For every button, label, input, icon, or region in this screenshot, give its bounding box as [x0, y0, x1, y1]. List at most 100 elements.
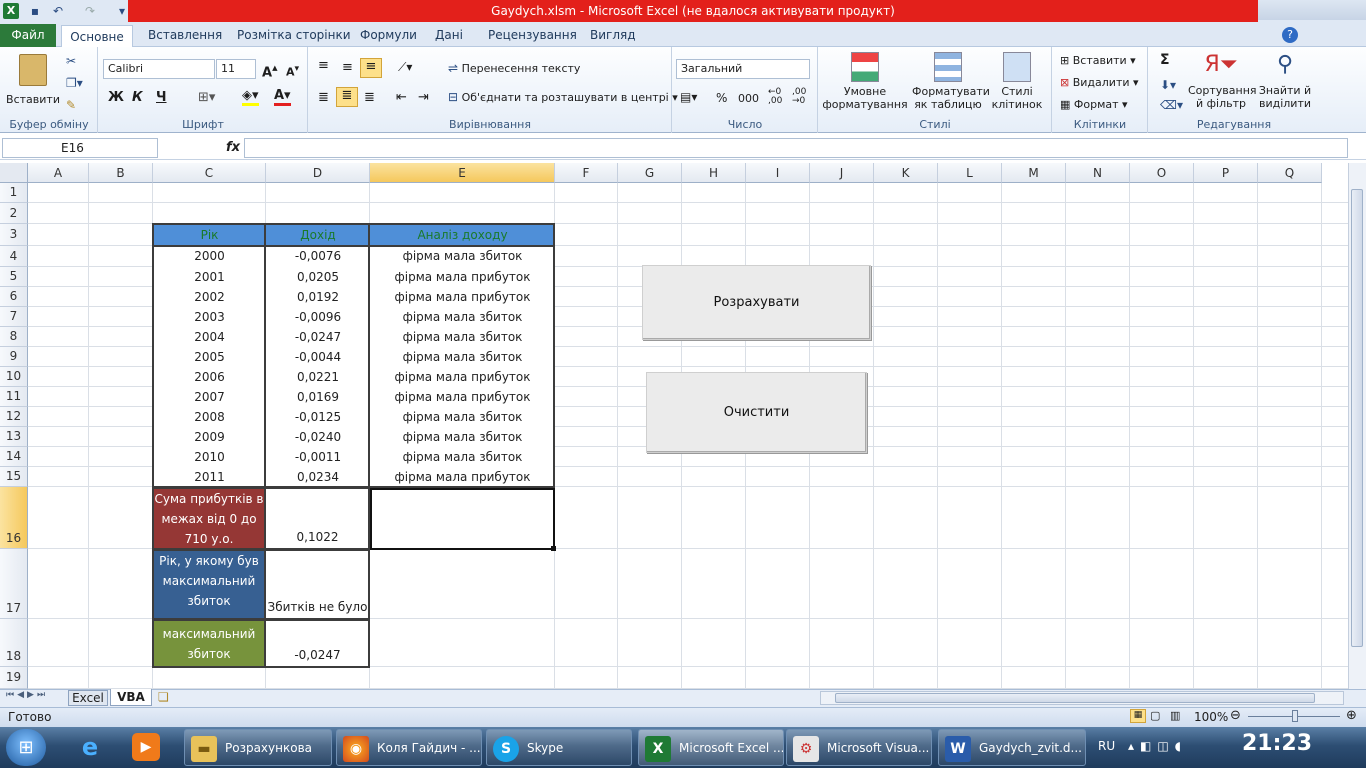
thousands-button[interactable]: 000: [738, 92, 759, 105]
column-header-F[interactable]: F: [555, 163, 618, 183]
tab-data[interactable]: Дані: [435, 24, 463, 47]
copy-icon[interactable]: ❐▾: [66, 76, 83, 90]
language-indicator[interactable]: RU: [1098, 739, 1115, 753]
row-header-11[interactable]: 11: [0, 387, 28, 407]
font-size-combo[interactable]: 11: [216, 59, 256, 79]
column-header-C[interactable]: C: [153, 163, 266, 183]
tab-review[interactable]: Рецензування: [488, 24, 577, 47]
formula-input[interactable]: [244, 138, 1348, 158]
shrink-font-icon[interactable]: A▾: [286, 63, 299, 79]
column-header-O[interactable]: O: [1130, 163, 1194, 183]
column-header-P[interactable]: P: [1194, 163, 1258, 183]
bold-button[interactable]: Ж: [108, 90, 124, 105]
tray-icons[interactable]: ▴◧◫◖: [1128, 739, 1187, 753]
row-header-13[interactable]: 13: [0, 427, 28, 447]
horizontal-scrollbar[interactable]: [820, 691, 1344, 705]
row-header-9[interactable]: 9: [0, 347, 28, 367]
column-header-N[interactable]: N: [1066, 163, 1130, 183]
column-header-D[interactable]: D: [266, 163, 370, 183]
row-header-18[interactable]: 18: [0, 619, 28, 667]
ie-icon[interactable]: e: [74, 731, 106, 763]
column-header-A[interactable]: A: [28, 163, 89, 183]
selected-cell-e16[interactable]: [370, 488, 555, 550]
fill-handle[interactable]: [551, 546, 556, 551]
sheet-tab-excel[interactable]: Excel: [68, 690, 108, 706]
taskbar-item[interactable]: ⚙ Microsoft Visua...: [786, 729, 932, 766]
row-header-5[interactable]: 5: [0, 267, 28, 287]
select-all-corner[interactable]: [0, 163, 28, 183]
clear-button[interactable]: Очистити: [646, 372, 867, 453]
tab-home[interactable]: Основне: [61, 25, 133, 48]
row-header-10[interactable]: 10: [0, 367, 28, 387]
zoom-slider-thumb[interactable]: [1292, 710, 1298, 722]
orientation-icon[interactable]: ⟋▾: [398, 60, 412, 75]
row-header-3[interactable]: 3: [0, 224, 28, 246]
row-header-1[interactable]: 1: [0, 183, 28, 203]
increase-indent-icon[interactable]: ⇥: [418, 90, 429, 105]
column-header-E[interactable]: E: [370, 163, 555, 183]
row-header-14[interactable]: 14: [0, 447, 28, 467]
sheet-nav-icons[interactable]: ⏮◀▶⏭: [6, 690, 48, 700]
row-header-8[interactable]: 8: [0, 327, 28, 347]
redo-icon[interactable]: ↷: [82, 3, 98, 19]
format-cells-button[interactable]: ▦ Формат ▾: [1060, 98, 1128, 111]
fx-button[interactable]: fx: [226, 140, 240, 155]
wrap-text-button[interactable]: ⇌ Перенесення тексту: [448, 61, 580, 75]
format-painter-icon[interactable]: ✎: [66, 98, 76, 112]
media-player-icon[interactable]: ▶: [132, 733, 160, 761]
scroll-thumb[interactable]: [1351, 189, 1363, 647]
delete-cells-button[interactable]: ⊠ Видалити ▾: [1060, 76, 1139, 89]
column-header-B[interactable]: B: [89, 163, 153, 183]
name-box[interactable]: E16: [2, 138, 158, 158]
conditional-formatting-button[interactable]: Умовне форматування: [822, 52, 908, 111]
column-header-M[interactable]: M: [1002, 163, 1066, 183]
vertical-scrollbar[interactable]: [1348, 163, 1366, 689]
column-header-J[interactable]: J: [810, 163, 874, 183]
decrease-indent-icon[interactable]: ⇤: [396, 90, 407, 105]
zoom-level[interactable]: 100%: [1194, 710, 1228, 724]
clock[interactable]: 21:23: [1242, 731, 1312, 756]
align-bottom-icon[interactable]: ≡: [360, 58, 382, 78]
column-header-G[interactable]: G: [618, 163, 682, 183]
zoom-in-icon[interactable]: ⊕: [1346, 708, 1357, 723]
hscroll-thumb[interactable]: [835, 693, 1315, 703]
align-middle-icon[interactable]: ≡: [342, 60, 353, 75]
row-header-2[interactable]: 2: [0, 203, 28, 224]
tab-page-layout[interactable]: Розмітка сторінки: [237, 24, 351, 47]
cut-icon[interactable]: ✂: [66, 54, 76, 68]
sort-filter-button[interactable]: Я⏷ Сортування й фільтр: [1188, 52, 1257, 110]
insert-cells-button[interactable]: ⊞ Вставити ▾: [1060, 54, 1136, 67]
percent-button[interactable]: %: [716, 91, 727, 105]
row-header-19[interactable]: 19: [0, 667, 28, 689]
taskbar-item[interactable]: ▬ Розрахункова: [184, 729, 332, 766]
normal-view-icon[interactable]: ▦: [1130, 709, 1146, 723]
clear-icon[interactable]: ⌫▾: [1160, 98, 1183, 112]
row-header-6[interactable]: 6: [0, 287, 28, 307]
font-name-combo[interactable]: Calibri: [103, 59, 215, 79]
tab-insert[interactable]: Вставлення: [148, 24, 222, 47]
underline-button[interactable]: Ч: [156, 90, 167, 105]
taskbar-item[interactable]: X Microsoft Excel ...: [638, 729, 784, 766]
column-header-H[interactable]: H: [682, 163, 746, 183]
grow-font-icon[interactable]: A▴: [262, 61, 278, 80]
taskbar-item[interactable]: W Gaydych_zvit.d...: [938, 729, 1086, 766]
tab-file[interactable]: Файл: [0, 24, 56, 47]
row-header-16[interactable]: 16: [0, 487, 28, 549]
undo-icon[interactable]: ↶: [50, 3, 66, 19]
number-format-combo[interactable]: Загальний: [676, 59, 810, 79]
row-header-4[interactable]: 4: [0, 246, 28, 267]
taskbar-item[interactable]: ◉ Коля Гайдич - ...: [336, 729, 482, 766]
align-right-icon[interactable]: ≣: [364, 90, 375, 105]
format-as-table-button[interactable]: Форматувати як таблицю: [912, 52, 990, 111]
merge-center-button[interactable]: ⊟ Об'єднати та розташувати в центрі ▾: [448, 90, 678, 104]
font-color-icon[interactable]: A▾: [274, 88, 291, 106]
decrease-decimal-icon[interactable]: ,00 →0: [792, 88, 806, 106]
row-header-17[interactable]: 17: [0, 549, 28, 619]
row-header-7[interactable]: 7: [0, 307, 28, 327]
sheet-tab-vba[interactable]: VBA: [110, 689, 152, 706]
row-header-12[interactable]: 12: [0, 407, 28, 427]
italic-button[interactable]: К: [132, 90, 143, 105]
save-icon[interactable]: ▪: [27, 3, 43, 19]
accounting-format-icon[interactable]: ▤▾: [680, 90, 697, 104]
increase-decimal-icon[interactable]: ←0,00: [768, 88, 782, 106]
